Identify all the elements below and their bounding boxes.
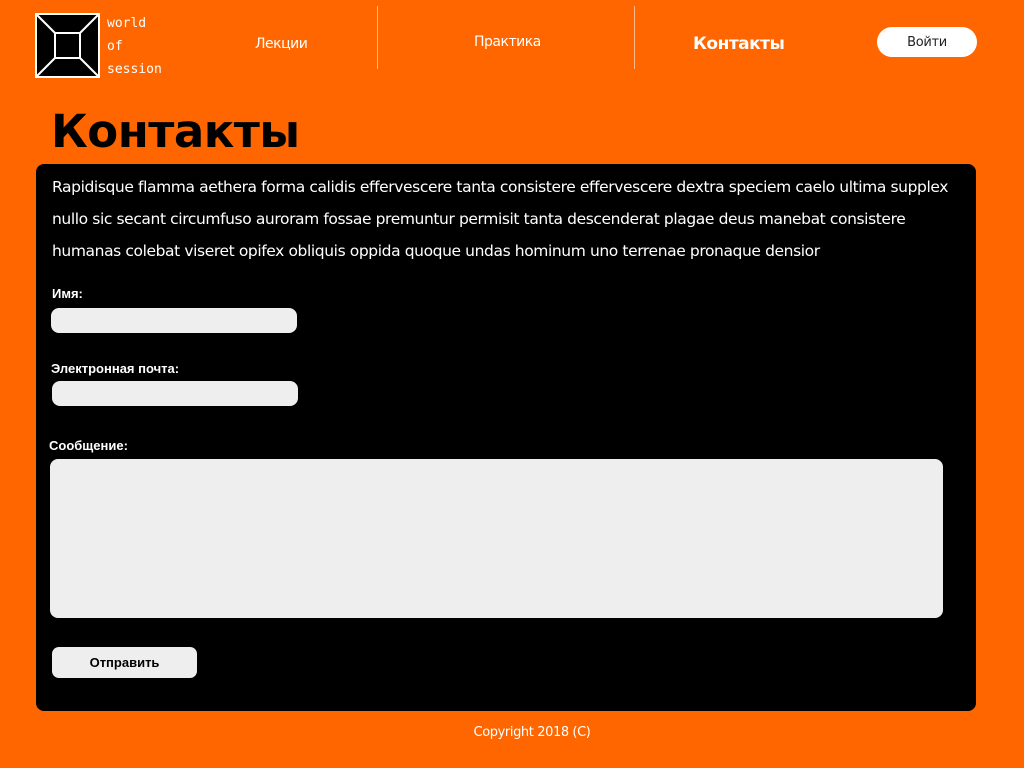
brand-line: of <box>107 39 123 54</box>
email-input[interactable] <box>52 381 298 406</box>
nav-divider <box>377 6 378 69</box>
name-label: Имя: <box>52 286 83 301</box>
submit-button[interactable]: Отправить <box>52 647 197 678</box>
brand-line: world <box>107 16 147 31</box>
message-label: Сообщение: <box>49 438 128 453</box>
brand-line: session <box>107 62 162 77</box>
name-input[interactable] <box>51 308 297 333</box>
logo-link[interactable] <box>35 13 100 78</box>
square-frame-logo-icon <box>35 13 100 78</box>
brand-name: world of session <box>107 12 162 81</box>
message-textarea[interactable] <box>50 459 943 618</box>
nav-divider <box>634 6 635 69</box>
nav-link-lectures[interactable]: Лекции <box>255 36 308 52</box>
page-title: Контакты <box>51 105 300 158</box>
contact-card: Rapidisque flamma aethera forma calidis … <box>36 164 976 711</box>
nav-link-contacts[interactable]: Контакты <box>693 34 785 54</box>
intro-text: Rapidisque flamma aethera forma calidis … <box>52 178 949 260</box>
copyright-text: Copyright 2018 (C) <box>473 725 591 740</box>
nav-link-practice[interactable]: Практика <box>474 34 541 50</box>
email-label: Электронная почта: <box>51 361 180 376</box>
login-button[interactable]: Войти <box>877 27 977 57</box>
site-header: world of session Лекции Практика Контакт… <box>0 0 1024 90</box>
